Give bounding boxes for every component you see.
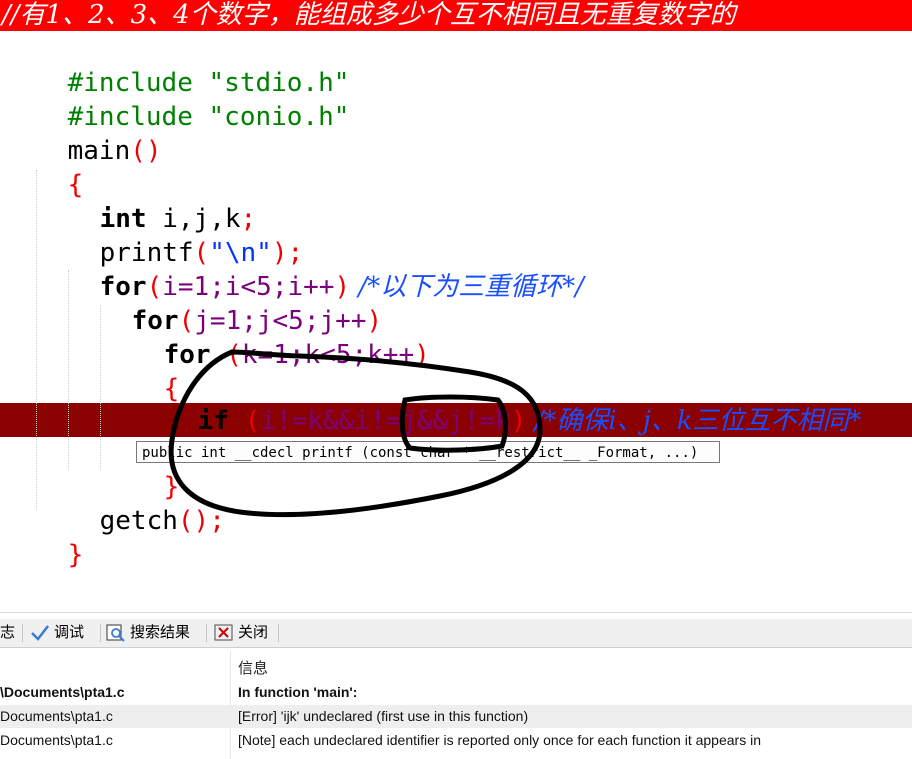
file-path: \Documents\pta1.c <box>0 684 125 700</box>
code-line-main[interactable]: main() <box>5 100 162 166</box>
symbol: (); <box>177 506 225 536</box>
search-results-icon <box>106 624 125 642</box>
table-row[interactable]: Documents\pta1.c [Error] 'ijk' undeclare… <box>0 705 912 728</box>
bottom-output-panel: 志 调试 搜索结果 关闭 信息 \Documents\pta1.c In fun… <box>0 612 912 759</box>
message-text: In function 'main': <box>238 684 358 700</box>
code-line-if[interactable]: if (i!=k&&i!=j&&j!=k) /*确保i、j、k三位互不相同* <box>135 370 862 436</box>
code-line-declaration[interactable]: int i,j,k; <box>37 168 257 234</box>
panel-tab-bar: 志 调试 搜索结果 关闭 <box>0 619 912 648</box>
code-line-close-brace[interactable]: } <box>5 504 84 570</box>
close-icon <box>214 624 233 641</box>
tab-log[interactable]: 志 <box>0 622 15 644</box>
message-text: [Error] 'ijk' undeclared (first use in t… <box>238 708 529 724</box>
code-line-for-i[interactable]: for(i=1;i<5;i++) /*以下为三重循环*/ <box>37 236 584 302</box>
tab-label: 关闭 <box>238 624 269 641</box>
comment-banner: //有1、2、3、4个数字，能组成多少个互不相同且无重复数字的 <box>0 0 912 31</box>
tab-search-results[interactable]: 搜索结果 <box>106 622 190 644</box>
code-comment: /*确保i、j、k三位互不相同* <box>526 406 862 436</box>
code-comment: /*以下为三重循环*/ <box>350 272 584 302</box>
tab-close[interactable]: 关闭 <box>214 622 268 644</box>
code-line-open-brace[interactable]: { <box>5 134 84 200</box>
symbol: ) <box>414 340 430 370</box>
function-name: getch <box>99 506 178 536</box>
tab-separator <box>278 624 279 642</box>
code-line-include-stdio[interactable]: #include "stdio.h" <box>5 32 350 98</box>
table-row[interactable]: \Documents\pta1.c In function 'main': <box>0 681 912 704</box>
check-icon <box>31 625 49 641</box>
message-text: [Note] each undeclared identifier is rep… <box>238 732 761 748</box>
function-signature-tooltip: public int __cdecl printf (const char * … <box>136 441 720 463</box>
symbol: () <box>130 136 162 166</box>
tab-label: 志 <box>0 624 16 641</box>
tab-debug[interactable]: 调试 <box>30 622 84 644</box>
table-row[interactable]: Documents\pta1.c [Note] each undeclared … <box>0 729 912 752</box>
comment-banner-text: //有1、2、3、4个数字，能组成多少个互不相同且无重复数字的 <box>2 0 736 30</box>
code-line-inner-open[interactable]: { <box>101 338 180 404</box>
tab-label: 调试 <box>54 624 85 641</box>
tab-separator <box>100 624 101 642</box>
code-editor[interactable]: //有1、2、3、4个数字，能组成多少个互不相同且无重复数字的 #include… <box>0 0 912 612</box>
tab-separator <box>206 624 207 642</box>
code-line-getch[interactable]: getch(); <box>37 470 225 536</box>
loop-header: k=1;k<5;k++ <box>241 340 415 370</box>
symbol: ( <box>210 340 242 370</box>
compile-log-table: 信息 \Documents\pta1.c In function 'main':… <box>0 651 912 759</box>
file-path: Documents\pta1.c <box>0 732 113 748</box>
code-line-printf-error[interactable]: printf("%d%d%d\n",ijk); <box>135 403 558 469</box>
code-line-for-k[interactable]: for (k=1;k<5;k++) <box>101 304 430 370</box>
column-header-message: 信息 <box>238 660 269 677</box>
tab-separator <box>22 624 23 642</box>
include-file: "conio.h" <box>208 102 350 132</box>
code-line-for-j[interactable]: for(j=1;j<5;j++) <box>69 270 382 336</box>
code-line-include-conio[interactable]: #include "conio.h" <box>5 66 350 132</box>
tab-label: 搜索结果 <box>130 624 191 641</box>
symbol: } <box>67 540 84 570</box>
code-line-printf-newline[interactable]: printf("\n"); <box>37 202 304 268</box>
file-path: Documents\pta1.c <box>0 708 113 724</box>
